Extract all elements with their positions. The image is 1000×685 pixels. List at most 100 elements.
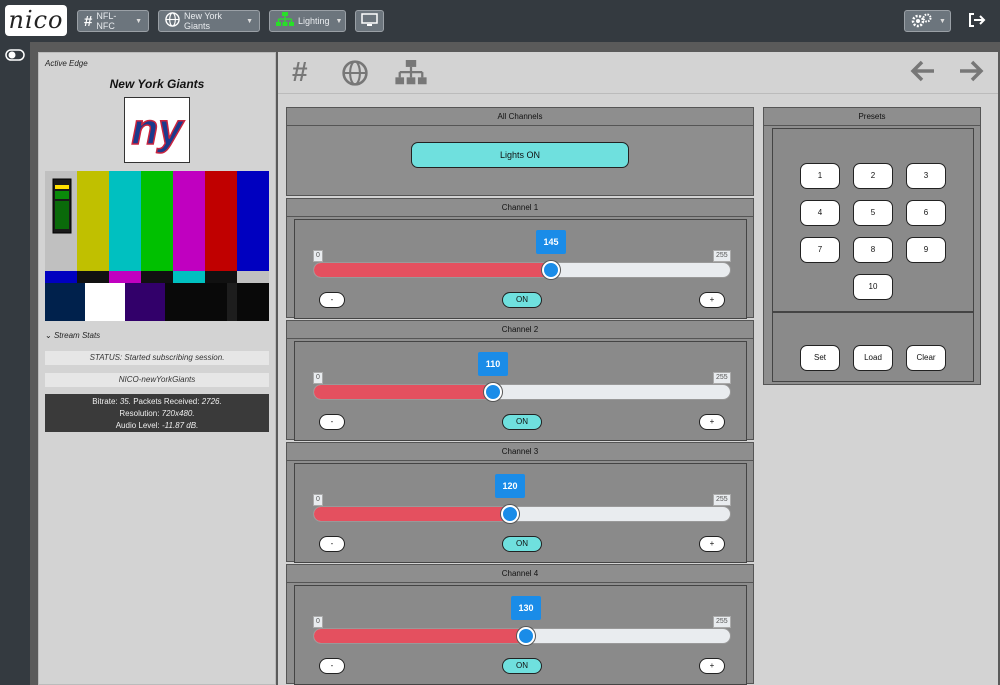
channel-on-button[interactable]: ON (502, 658, 542, 674)
channel-body: 130 0 255 - ON + (294, 585, 747, 685)
slider-min-label: 0 (313, 616, 323, 628)
channel-slider-thumb[interactable] (542, 261, 560, 279)
channel-slider-fill (314, 507, 511, 521)
presets-panel: Presets 1 2 3 4 5 6 7 8 9 10 Set Load Clear (763, 107, 981, 385)
slider-max-label: 255 (713, 494, 731, 506)
channel-title: Channel 2 (287, 321, 753, 339)
network-icon (276, 12, 294, 30)
bitrate-line: Bitrate: 35. Packets Received: 2726. (45, 396, 269, 408)
channel-title: Channel 3 (287, 443, 753, 461)
preset-button-5[interactable]: 5 (853, 200, 893, 226)
audio-label: Audio Level: (115, 421, 162, 430)
network-icon[interactable] (395, 60, 427, 93)
channel-on-button[interactable]: ON (502, 292, 542, 308)
increment-button[interactable]: + (699, 658, 725, 674)
settings-dropdown[interactable]: ▼ (904, 10, 951, 32)
edge-panel: Active Edge New York Giants ny ⌄ Stream … (38, 52, 276, 685)
slider-min-label: 0 (313, 250, 323, 262)
team-dropdown[interactable]: New York Giants ▼ (158, 10, 260, 32)
resolution-line: Resolution: 720x480. (45, 408, 269, 420)
all-channels-title: All Channels (287, 108, 753, 126)
channel-slider-track[interactable] (313, 506, 731, 522)
logout-icon[interactable] (968, 12, 986, 33)
channel-body: 120 0 255 - ON + (294, 463, 747, 563)
svg-text:ny: ny (131, 105, 185, 154)
bitrate-value: 35. (119, 397, 131, 406)
slider-max-label: 255 (713, 250, 731, 262)
lights-on-button[interactable]: Lights ON (411, 142, 629, 168)
decrement-button[interactable]: - (319, 658, 345, 674)
preset-load-button[interactable]: Load (853, 345, 893, 371)
preset-button-4[interactable]: 4 (800, 200, 840, 226)
video-preview (45, 171, 269, 321)
channel-value-bubble: 110 (478, 352, 508, 376)
preset-button-2[interactable]: 2 (853, 163, 893, 189)
stream-stats-box: Bitrate: 35. Packets Received: 2726. Res… (45, 394, 269, 432)
channel-slider-thumb[interactable] (501, 505, 519, 523)
channel-slider-track[interactable] (313, 384, 731, 400)
channel-on-button[interactable]: ON (502, 536, 542, 552)
globe-icon[interactable] (342, 60, 368, 93)
nfl-nfc-label: NFL-NFC (96, 11, 117, 31)
stream-name: NICO-newYorkGiants (45, 373, 269, 387)
resolution-value: 720x480. (161, 409, 195, 418)
channel-slider-fill (314, 263, 552, 277)
stream-stats-toggle[interactable]: ⌄ Stream Stats (45, 331, 100, 340)
preset-button-9[interactable]: 9 (906, 237, 946, 263)
increment-button[interactable]: + (699, 536, 725, 552)
preset-button-1[interactable]: 1 (800, 163, 840, 189)
channel-value-bubble: 120 (495, 474, 525, 498)
arrow-right-icon[interactable] (958, 60, 984, 89)
audio-line: Audio Level: -11.87 dB. (45, 420, 269, 432)
nfl-nfc-dropdown[interactable]: # NFL-NFC ▼ (77, 10, 149, 32)
resolution-label: Resolution: (119, 409, 162, 418)
nico-logo[interactable]: nico (5, 5, 67, 36)
channel-slider-fill (314, 385, 494, 399)
toggle-sidebar-icon[interactable] (5, 48, 25, 61)
team-logo: ny (124, 97, 190, 163)
top-navbar: nico # NFL-NFC ▼ New York Giants ▼ Light… (0, 0, 1000, 42)
preset-button-7[interactable]: 7 (800, 237, 840, 263)
increment-button[interactable]: + (699, 292, 725, 308)
slider-min-label: 0 (313, 372, 323, 384)
monitor-icon (361, 13, 378, 29)
slider-min-label: 0 (313, 494, 323, 506)
channel-on-button[interactable]: ON (502, 414, 542, 430)
decrement-button[interactable]: - (319, 414, 345, 430)
channel-slider-track[interactable] (313, 262, 731, 278)
channel-panel: Channel 4 130 0 255 - ON + (286, 564, 754, 685)
decrement-button[interactable]: - (319, 292, 345, 308)
lighting-dropdown[interactable]: Lighting ▼ (269, 10, 346, 32)
channel-value-bubble: 130 (511, 596, 541, 620)
channel-panel: Channel 1 145 0 255 - ON + (286, 198, 754, 319)
hash-icon[interactable]: # (292, 56, 308, 88)
arrow-left-icon[interactable] (910, 60, 936, 89)
channel-title: Channel 4 (287, 565, 753, 583)
caret-down-icon: ▼ (246, 17, 253, 25)
channel-title: Channel 1 (287, 199, 753, 217)
channel-panel: Channel 3 120 0 255 - ON + (286, 442, 754, 563)
hash-icon: # (84, 12, 93, 30)
channel-slider-thumb[interactable] (517, 627, 535, 645)
channel-slider-thumb[interactable] (484, 383, 502, 401)
preset-button-6[interactable]: 6 (906, 200, 946, 226)
channel-body: 110 0 255 - ON + (294, 341, 747, 441)
globe-icon (165, 12, 180, 30)
preset-button-10[interactable]: 10 (853, 274, 893, 300)
stream-stats-label: Stream Stats (53, 331, 101, 340)
active-edge-label: Active Edge (45, 59, 88, 68)
caret-down-icon: ▼ (135, 17, 142, 25)
monitor-button[interactable] (355, 10, 384, 32)
increment-button[interactable]: + (699, 414, 725, 430)
packets-value: 2726. (201, 397, 222, 406)
bitrate-label: Bitrate: (92, 397, 120, 406)
preset-button-3[interactable]: 3 (906, 163, 946, 189)
status-line: STATUS: Started subscribing session. (45, 351, 269, 365)
lighting-label: Lighting (298, 16, 330, 26)
decrement-button[interactable]: - (319, 536, 345, 552)
preset-clear-button[interactable]: Clear (906, 345, 946, 371)
view-switcher: # (278, 52, 998, 94)
preset-button-8[interactable]: 8 (853, 237, 893, 263)
slider-max-label: 255 (713, 616, 731, 628)
preset-set-button[interactable]: Set (800, 345, 840, 371)
